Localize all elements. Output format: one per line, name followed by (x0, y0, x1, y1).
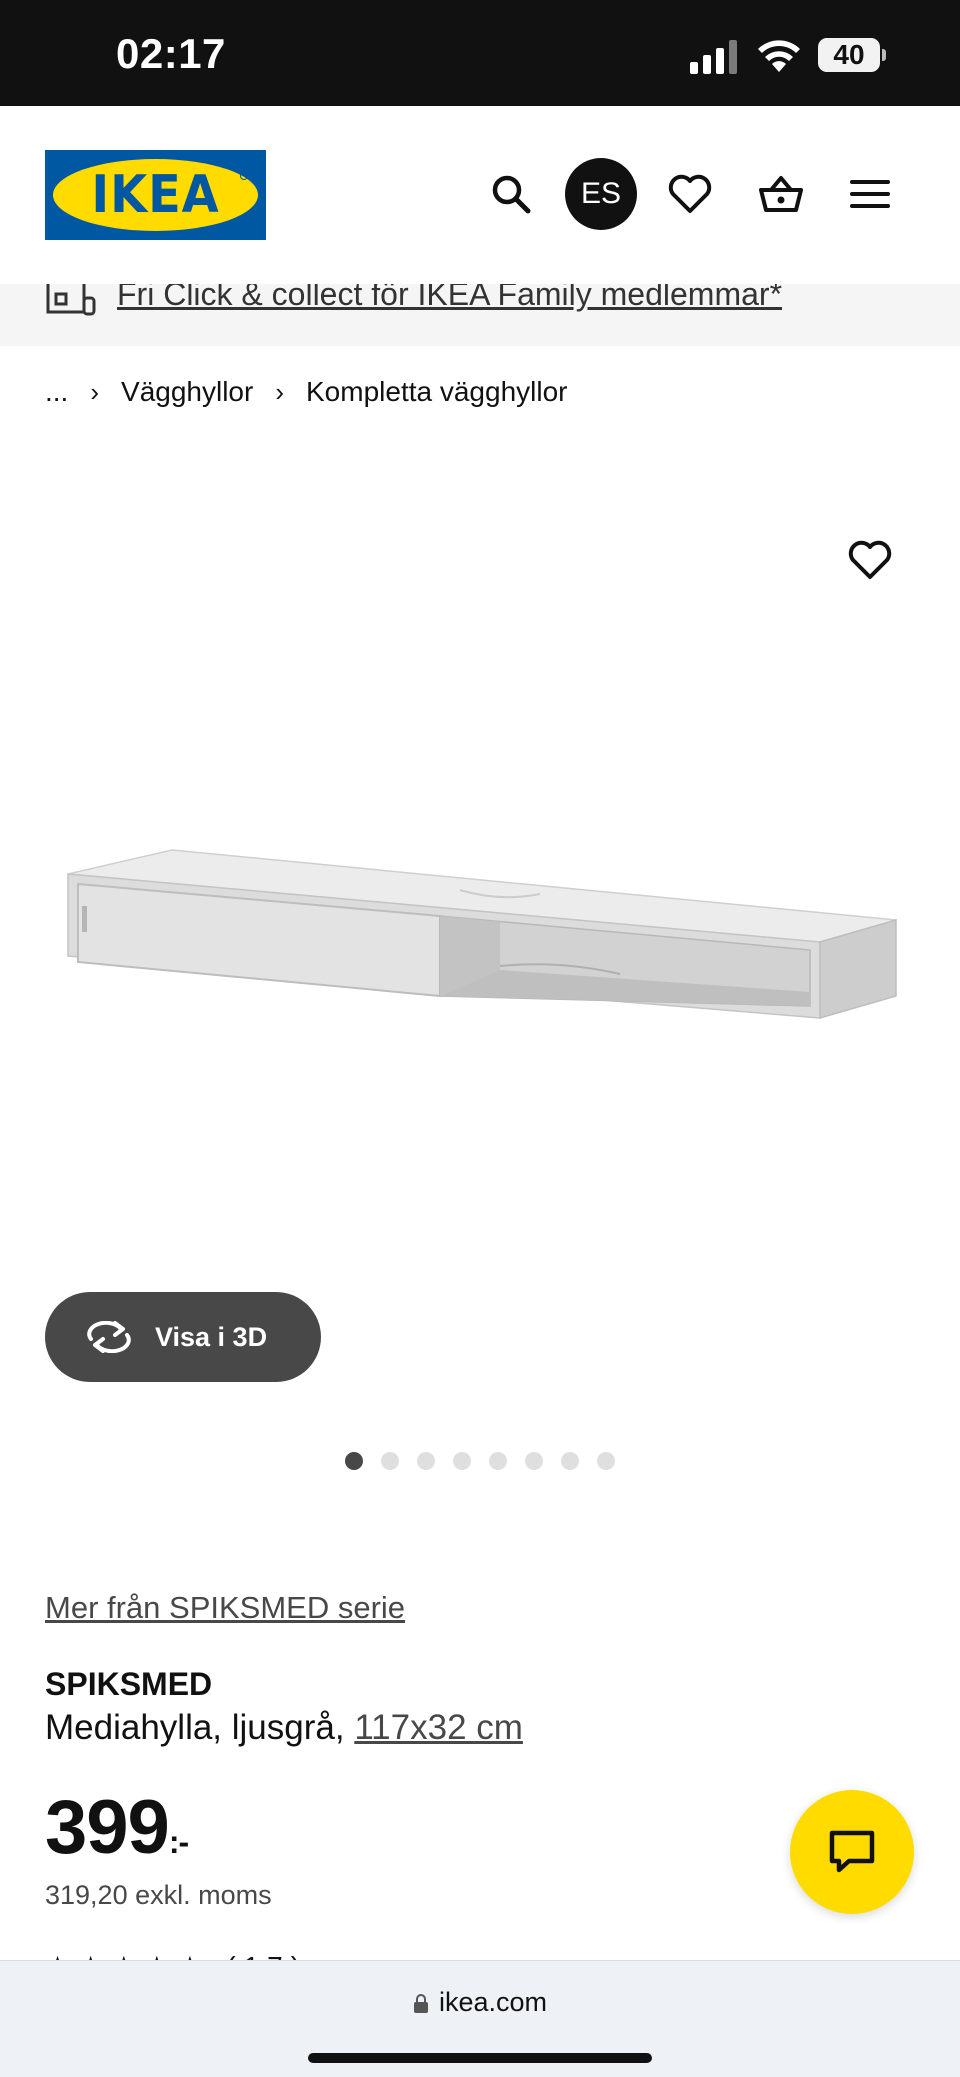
product-description: Mediahylla, ljusgrå, 117x32 cm (45, 1708, 523, 1748)
gallery-dot[interactable] (417, 1452, 435, 1470)
chat-button[interactable] (790, 1790, 914, 1914)
view-in-3d-label: Visa i 3D (155, 1321, 268, 1352)
product-name: SPIKSMED (45, 1666, 213, 1702)
store-selector[interactable]: ES (565, 158, 637, 230)
favourites-button[interactable] (654, 158, 726, 230)
heart-icon (668, 174, 712, 213)
wifi-icon (758, 40, 800, 72)
basket-icon (759, 176, 803, 212)
chevron-right-icon: › (275, 376, 284, 407)
search-button[interactable] (475, 158, 547, 230)
chat-icon (829, 1830, 875, 1873)
gallery-dot[interactable] (525, 1452, 543, 1470)
heart-icon (848, 540, 892, 579)
price-suffix: :- (168, 1824, 189, 1860)
battery-level: 40 (833, 39, 865, 70)
lock-icon (413, 1993, 428, 2013)
promo-link[interactable]: Fri Click & collect för IKEA Family medl… (117, 284, 782, 313)
save-to-favourites-button[interactable] (840, 530, 900, 590)
chevron-right-icon: › (90, 376, 100, 407)
signal-icon (690, 40, 737, 74)
store-pickup-icon (46, 284, 96, 316)
logo-text: IKEA (91, 165, 220, 225)
product-size-link[interactable]: 117x32 cm (354, 1708, 523, 1747)
view-in-3d-button[interactable]: Visa i 3D (45, 1292, 321, 1382)
breadcrumb: ... › Vägghyllor › Kompletta vägghyllor (45, 374, 567, 410)
gallery-dot[interactable] (489, 1452, 507, 1470)
product-price: 399:- (45, 1784, 189, 1871)
gallery-dot[interactable] (561, 1452, 579, 1470)
ikea-logo[interactable]: IKEA (45, 150, 266, 240)
breadcrumb-ellipsis[interactable]: ... (45, 376, 68, 408)
product-type: Mediahylla, ljusgrå, (45, 1708, 355, 1747)
menu-icon (850, 180, 890, 208)
promo-banner[interactable]: Fri Click & collect för IKEA Family medl… (0, 284, 960, 346)
product-gallery[interactable]: Visa i 3D (0, 430, 960, 1430)
status-time: 02:17 (116, 30, 226, 77)
breadcrumb-item-complete-wall-shelves[interactable]: Kompletta vägghyllor (306, 376, 567, 408)
gallery-dot[interactable] (345, 1452, 363, 1470)
search-icon (492, 175, 531, 214)
site-header: IKEA ES (0, 106, 960, 284)
menu-button[interactable] (834, 158, 906, 230)
series-link[interactable]: Mer från SPIKSMED serie (45, 1590, 405, 1626)
product-image (67, 849, 897, 1019)
price-excl-vat: 319,20 exkl. moms (45, 1880, 272, 1910)
gallery-dot[interactable] (597, 1452, 615, 1470)
home-indicator[interactable] (308, 2053, 652, 2063)
cart-button[interactable] (745, 158, 817, 230)
gallery-pagination (0, 1452, 960, 1472)
breadcrumb-item-wall-shelves[interactable]: Vägghyllor (121, 376, 253, 408)
gallery-dot[interactable] (453, 1452, 471, 1470)
price-value: 399 (45, 1785, 170, 1870)
rotate-3d-icon (87, 1321, 131, 1353)
battery-icon: 40 (818, 38, 886, 72)
url-text[interactable]: ikea.com (439, 1987, 547, 2018)
status-bar: 02:17 40 (0, 0, 960, 106)
browser-address-bar[interactable]: ikea.com (0, 1960, 960, 2077)
gallery-dot[interactable] (381, 1452, 399, 1470)
